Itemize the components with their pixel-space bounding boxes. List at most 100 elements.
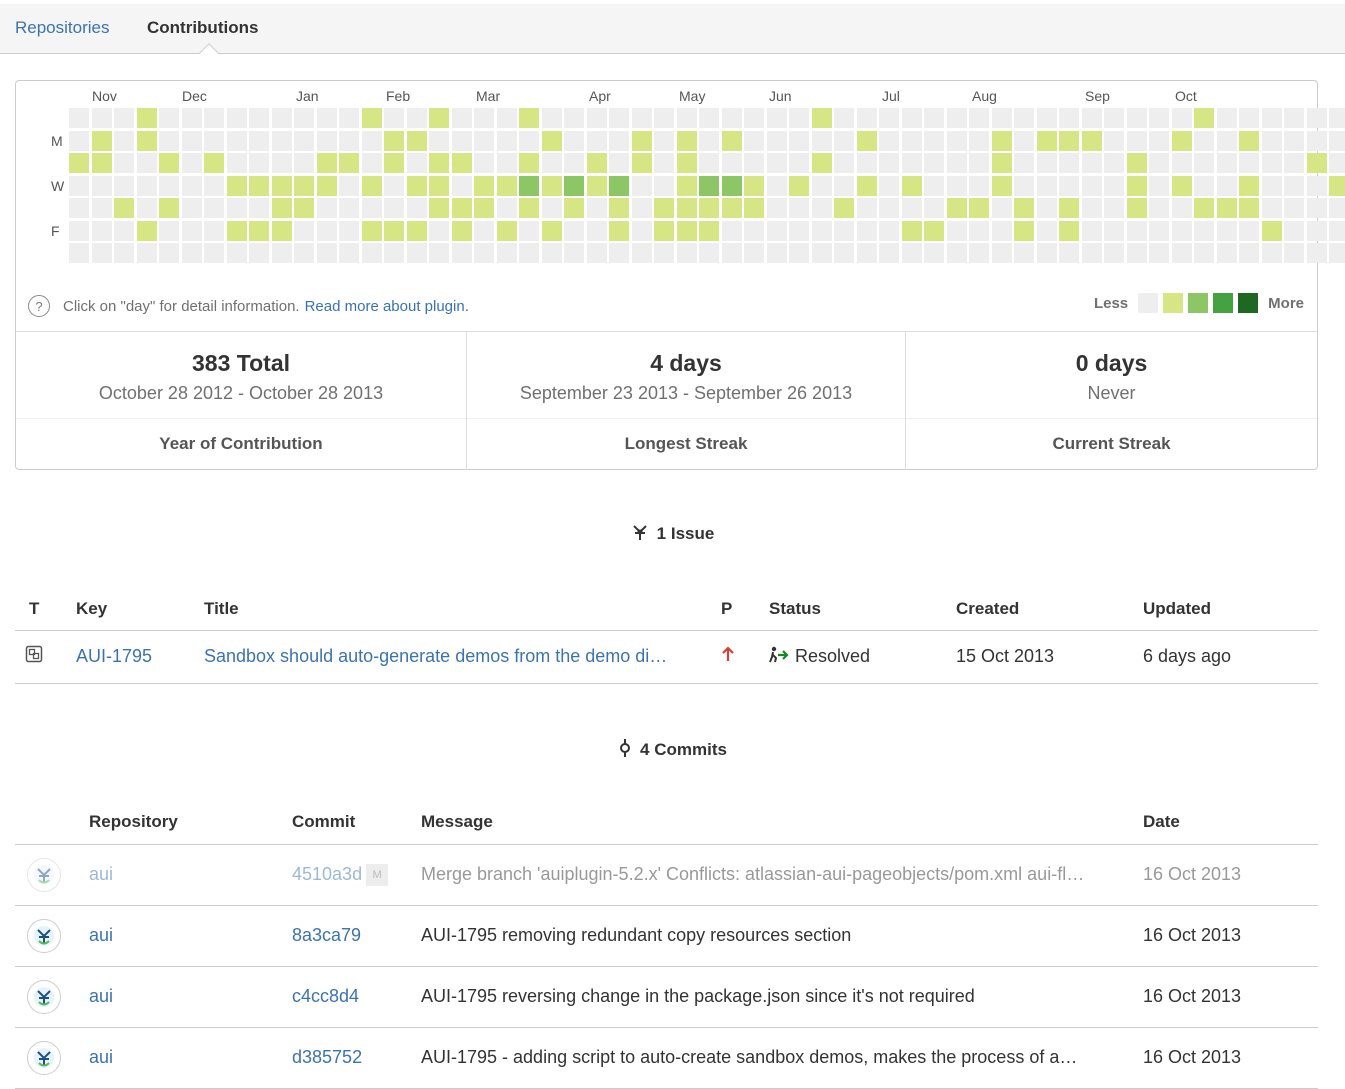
calendar-day-cell[interactable] [924,198,944,218]
calendar-day-cell[interactable] [159,153,179,173]
calendar-day-cell[interactable] [1036,175,1057,196]
calendar-day-cell[interactable] [316,220,337,241]
calendar-day-cell[interactable] [159,220,179,241]
calendar-day-cell[interactable] [744,108,764,128]
calendar-day-cell[interactable] [766,243,787,263]
calendar-day-cell[interactable] [69,108,89,128]
calendar-day-cell[interactable] [721,108,742,128]
calendar-day-cell[interactable] [1104,220,1124,241]
calendar-day-cell[interactable] [519,220,539,241]
calendar-day-cell[interactable] [654,130,674,151]
calendar-day-cell[interactable] [789,198,809,218]
calendar-day-cell[interactable] [496,243,517,263]
calendar-day-cell[interactable] [1194,220,1214,241]
calendar-day-cell[interactable] [856,153,877,173]
calendar-day-cell[interactable] [271,175,292,196]
calendar-day-cell[interactable] [1239,220,1259,241]
calendar-day-cell[interactable] [1306,108,1327,128]
calendar-day-cell[interactable] [249,108,269,128]
calendar-day-cell[interactable] [339,108,359,128]
calendar-day-cell[interactable] [159,175,179,196]
calendar-day-cell[interactable] [1284,108,1304,128]
calendar-day-cell[interactable] [991,130,1012,151]
calendar-day-cell[interactable] [901,220,922,241]
calendar-day-cell[interactable] [316,153,337,173]
calendar-day-cell[interactable] [1149,175,1169,196]
issue-title-link[interactable]: Sandbox should auto-generate demos from … [204,646,667,666]
calendar-day-cell[interactable] [204,130,224,151]
calendar-day-cell[interactable] [204,198,224,218]
calendar-day-cell[interactable] [91,108,112,128]
calendar-day-cell[interactable] [1036,220,1057,241]
col-priority[interactable]: P [721,588,769,631]
calendar-day-cell[interactable] [541,108,562,128]
calendar-day-cell[interactable] [1059,130,1079,151]
calendar-day-cell[interactable] [384,130,404,151]
calendar-day-cell[interactable] [1014,175,1034,196]
calendar-day-cell[interactable] [699,198,719,218]
col-updated[interactable]: Updated [1143,588,1318,631]
calendar-day-cell[interactable] [249,220,269,241]
calendar-day-cell[interactable] [541,175,562,196]
calendar-day-cell[interactable] [384,220,404,241]
calendar-day-cell[interactable] [1036,108,1057,128]
calendar-day-cell[interactable] [1149,108,1169,128]
calendar-day-cell[interactable] [451,220,472,241]
calendar-day-cell[interactable] [1239,130,1259,151]
calendar-day-cell[interactable] [91,198,112,218]
calendar-day-cell[interactable] [654,220,674,241]
calendar-day-cell[interactable] [294,175,314,196]
calendar-day-cell[interactable] [1014,220,1034,241]
calendar-day-cell[interactable] [654,175,674,196]
calendar-day-cell[interactable] [676,153,697,173]
calendar-day-cell[interactable] [676,220,697,241]
calendar-day-cell[interactable] [429,130,449,151]
calendar-day-cell[interactable] [969,108,989,128]
calendar-day-cell[interactable] [451,175,472,196]
calendar-day-cell[interactable] [1059,108,1079,128]
calendar-day-cell[interactable] [406,175,427,196]
calendar-day-cell[interactable] [1171,108,1192,128]
issue-key-link[interactable]: AUI-1795 [76,646,152,666]
calendar-day-cell[interactable] [879,243,899,263]
calendar-day-cell[interactable] [1014,108,1034,128]
calendar-day-cell[interactable] [114,108,134,128]
calendar-day-cell[interactable] [1194,198,1214,218]
calendar-day-cell[interactable] [1239,198,1259,218]
calendar-day-cell[interactable] [1104,130,1124,151]
calendar-day-cell[interactable] [136,130,157,151]
calendar-day-cell[interactable] [361,153,382,173]
calendar-day-cell[interactable] [1171,130,1192,151]
calendar-day-cell[interactable] [631,243,652,263]
calendar-day-cell[interactable] [159,130,179,151]
calendar-day-cell[interactable] [1306,153,1327,173]
calendar-day-cell[interactable] [744,153,764,173]
calendar-day-cell[interactable] [1261,108,1282,128]
calendar-day-cell[interactable] [1059,220,1079,241]
calendar-day-cell[interactable] [1081,198,1102,218]
calendar-day-cell[interactable] [721,243,742,263]
calendar-day-cell[interactable] [1261,153,1282,173]
calendar-day-cell[interactable] [429,220,449,241]
calendar-day-cell[interactable] [856,175,877,196]
calendar-day-cell[interactable] [811,220,832,241]
calendar-day-cell[interactable] [609,243,629,263]
col-message[interactable]: Message [421,800,1143,845]
calendar-day-cell[interactable] [766,130,787,151]
calendar-day-cell[interactable] [361,198,382,218]
calendar-day-cell[interactable] [451,108,472,128]
calendar-day-cell[interactable] [946,153,967,173]
calendar-day-cell[interactable] [1216,130,1237,151]
col-date[interactable]: Date [1143,800,1318,845]
calendar-day-cell[interactable] [474,153,494,173]
calendar-day-cell[interactable] [654,198,674,218]
calendar-day-cell[interactable] [946,198,967,218]
calendar-day-cell[interactable] [226,130,247,151]
calendar-day-cell[interactable] [609,153,629,173]
col-created[interactable]: Created [956,588,1143,631]
calendar-day-cell[interactable] [496,175,517,196]
commit-hash-link[interactable]: 8a3ca79 [292,925,361,945]
calendar-day-cell[interactable] [406,243,427,263]
calendar-day-cell[interactable] [789,153,809,173]
calendar-day-cell[interactable] [249,153,269,173]
